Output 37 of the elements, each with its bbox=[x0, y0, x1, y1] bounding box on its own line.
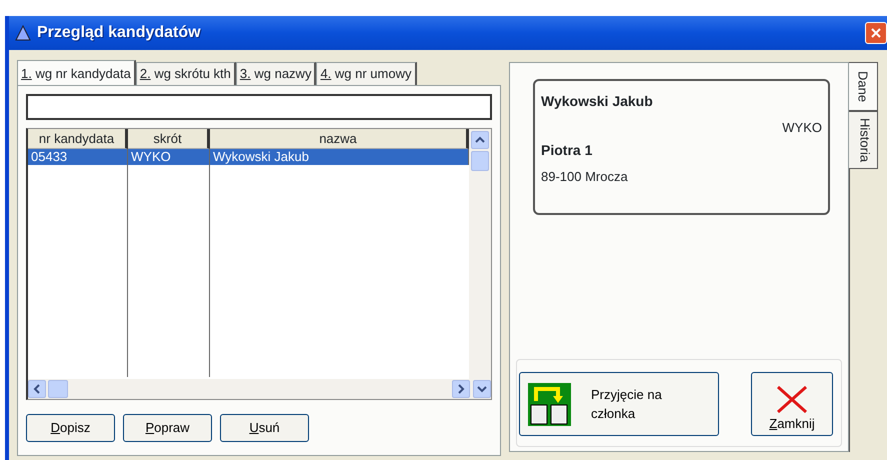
scroll-right-button[interactable] bbox=[452, 380, 470, 398]
horizontal-scrollbar[interactable] bbox=[28, 379, 491, 399]
street-address: Piotra 1 bbox=[541, 140, 594, 160]
tab[interactable]: 1. wg nr kandydata bbox=[17, 60, 136, 85]
column-header[interactable]: nazwa bbox=[210, 129, 469, 149]
chevron-down-icon bbox=[477, 385, 487, 393]
close-button[interactable]: Zamknij bbox=[751, 372, 833, 436]
chevron-up-icon bbox=[475, 136, 485, 144]
scroll-up-button[interactable] bbox=[471, 131, 489, 149]
column-header[interactable]: skrót bbox=[128, 129, 210, 149]
close-button[interactable] bbox=[865, 22, 887, 44]
scroll-thumb[interactable] bbox=[471, 151, 489, 171]
search-field[interactable] bbox=[26, 94, 492, 120]
tab[interactable]: 3. wg nazwy bbox=[236, 62, 316, 85]
list-button[interactable]: Popraw bbox=[123, 414, 212, 442]
candidate-code: WYKO bbox=[781, 119, 822, 137]
side-tab[interactable]: Historia bbox=[849, 111, 878, 170]
tab[interactable]: 2. wg skrótu kth bbox=[136, 62, 236, 85]
side-tab[interactable]: Dane bbox=[849, 62, 878, 112]
scroll-thumb[interactable] bbox=[48, 380, 68, 398]
scroll-left-button[interactable] bbox=[28, 380, 46, 398]
candidate-name: Wykowski Jakub bbox=[541, 92, 654, 111]
column-header[interactable]: nr kandydata bbox=[28, 129, 128, 149]
admit-button[interactable]: Przyjęcie na członka bbox=[519, 372, 719, 436]
chevron-left-icon bbox=[33, 384, 41, 394]
list-button[interactable]: Usuń bbox=[220, 414, 309, 442]
scroll-down-button[interactable] bbox=[473, 380, 491, 398]
close-icon bbox=[775, 384, 809, 414]
chevron-right-icon bbox=[457, 384, 465, 394]
close-icon bbox=[870, 27, 882, 39]
transfer-icon bbox=[528, 382, 571, 426]
app-icon bbox=[15, 25, 31, 41]
window-title: Przegląd kandydatów bbox=[37, 23, 201, 43]
city-address: 89-100 Mrocza bbox=[541, 168, 629, 186]
tab[interactable]: 4. wg nr umowy bbox=[316, 62, 416, 85]
vertical-scrollbar[interactable] bbox=[469, 129, 491, 379]
list-button[interactable]: Dopisz bbox=[26, 414, 115, 442]
